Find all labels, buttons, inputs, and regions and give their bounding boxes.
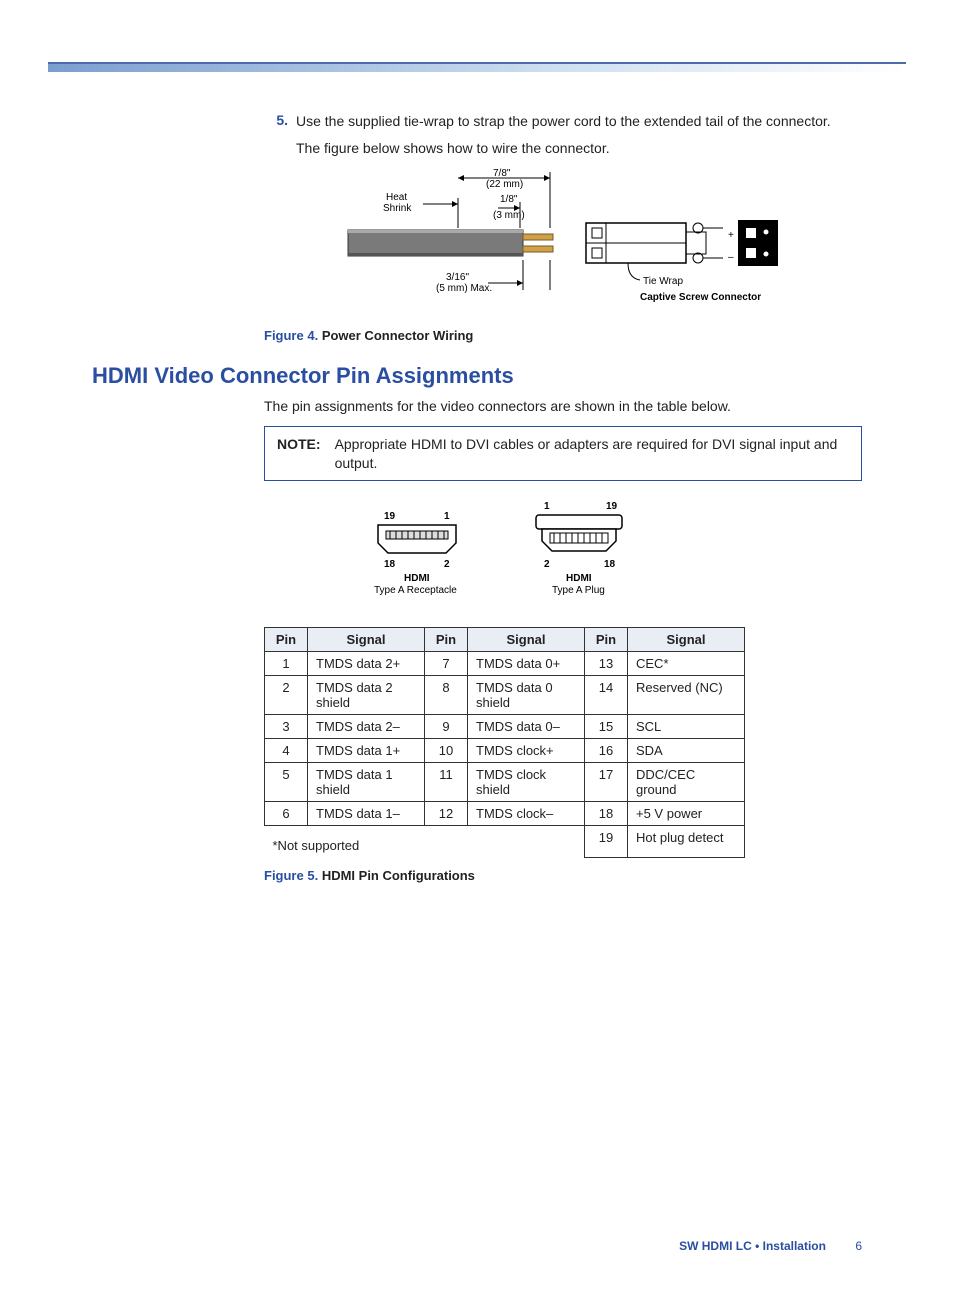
c: 14 <box>585 676 628 715</box>
c: DDC/CEC ground <box>628 763 745 802</box>
c: 19 <box>585 826 628 858</box>
th-pin-2: Pin <box>425 628 468 652</box>
page-footer: SW HDMI LC • Installation 6 <box>679 1239 862 1253</box>
section-body: The pin assignments for the video connec… <box>264 397 862 883</box>
hdmi-connectors-svg: 19 1 18 2 HDMI Type A Receptac <box>304 497 664 617</box>
c: 6 <box>265 802 308 826</box>
c: TMDS data 0 shield <box>468 676 585 715</box>
section-heading: HDMI Video Connector Pin Assignments <box>92 363 862 389</box>
c: 15 <box>585 715 628 739</box>
pin-table: Pin Signal Pin Signal Pin Signal 1 TMDS … <box>264 627 745 858</box>
svg-text:HDMI: HDMI <box>404 573 430 584</box>
c: 3 <box>265 715 308 739</box>
shrink-label: Shrink <box>383 203 412 214</box>
not-supported: *Not supported <box>273 838 577 853</box>
step-body: Use the supplied tie-wrap to strap the p… <box>296 112 862 158</box>
c: TMDS data 1+ <box>308 739 425 763</box>
svg-text:HDMI: HDMI <box>566 573 592 584</box>
figure-4-label: Figure 4. <box>264 328 318 343</box>
c: TMDS data 2– <box>308 715 425 739</box>
heat-label: Heat <box>386 192 407 203</box>
connector-diagrams: 19 1 18 2 HDMI Type A Receptac <box>264 497 862 617</box>
th-sig-3: Signal <box>628 628 745 652</box>
c: TMDS data 0– <box>468 715 585 739</box>
step-block: 5. Use the supplied tie-wrap to strap th… <box>264 112 862 343</box>
tiewrap-label: Tie Wrap <box>643 276 683 287</box>
c: 8 <box>425 676 468 715</box>
step-5: 5. Use the supplied tie-wrap to strap th… <box>264 112 862 158</box>
c: 1 <box>265 652 308 676</box>
svg-text:Type A Receptacle: Type A Receptacle <box>374 585 457 596</box>
step-text-2: The figure below shows how to wire the c… <box>296 139 862 158</box>
svg-text:19: 19 <box>384 511 396 522</box>
figure-5-title: HDMI Pin Configurations <box>322 868 475 883</box>
svg-text:Type A Plug: Type A Plug <box>552 585 605 596</box>
c: 5 <box>265 763 308 802</box>
dim-3mm: (3 mm) <box>493 210 525 221</box>
th-sig-1: Signal <box>308 628 425 652</box>
c: CEC* <box>628 652 745 676</box>
c: TMDS data 2+ <box>308 652 425 676</box>
svg-text:18: 18 <box>384 559 396 570</box>
content: 5. Use the supplied tie-wrap to strap th… <box>92 112 862 883</box>
c: TMDS clock– <box>468 802 585 826</box>
dim-18: 1/8" <box>500 194 518 205</box>
c: 12 <box>425 802 468 826</box>
note-text: Appropriate HDMI to DVI cables or adapte… <box>335 435 849 473</box>
c: SDA <box>628 739 745 763</box>
c: 2 <box>265 676 308 715</box>
dim-316: 3/16" <box>446 272 469 283</box>
dim-5mm: (5 mm) Max. <box>436 283 492 294</box>
step-text-1: Use the supplied tie-wrap to strap the p… <box>296 112 862 131</box>
c: TMDS data 0+ <box>468 652 585 676</box>
figure-5-label: Figure 5. <box>264 868 318 883</box>
footer-page: 6 <box>855 1239 862 1253</box>
c: 11 <box>425 763 468 802</box>
svg-text:1: 1 <box>544 501 550 512</box>
svg-text:18: 18 <box>604 559 616 570</box>
svg-text:19: 19 <box>606 501 618 512</box>
c: 18 <box>585 802 628 826</box>
header-rule <box>48 62 906 72</box>
c: +5 V power <box>628 802 745 826</box>
section-intro: The pin assignments for the video connec… <box>264 397 862 416</box>
c: TMDS data 1 shield <box>308 763 425 802</box>
dim-22mm: (22 mm) <box>486 179 523 190</box>
note-box: NOTE: Appropriate HDMI to DVI cables or … <box>264 426 862 482</box>
svg-text:+: + <box>728 230 734 241</box>
note-label: NOTE: <box>277 435 321 473</box>
step-number: 5. <box>264 112 288 158</box>
c: 13 <box>585 652 628 676</box>
c: 4 <box>265 739 308 763</box>
th-pin-3: Pin <box>585 628 628 652</box>
svg-text:2: 2 <box>444 559 450 570</box>
figure-4-caption: Figure 4. Power Connector Wiring <box>264 328 862 343</box>
svg-text:–: – <box>728 252 734 263</box>
c: 7 <box>425 652 468 676</box>
footer-doc: SW HDMI LC • Installation <box>679 1239 826 1253</box>
th-pin-1: Pin <box>265 628 308 652</box>
figure-4-title: Power Connector Wiring <box>322 328 474 343</box>
c: Hot plug detect <box>628 826 745 858</box>
c: TMDS data 1– <box>308 802 425 826</box>
c: TMDS clock+ <box>468 739 585 763</box>
c: Reserved (NC) <box>628 676 745 715</box>
c: TMDS clock shield <box>468 763 585 802</box>
c: 16 <box>585 739 628 763</box>
c: 10 <box>425 739 468 763</box>
figure-4: Heat Shrink 7/8" (22 mm) 1/8" (3 mm) <box>264 168 862 343</box>
power-connector-diagram: Heat Shrink 7/8" (22 mm) 1/8" (3 mm) <box>328 168 798 318</box>
captive-label: Captive Screw Connector <box>640 292 761 303</box>
c: 9 <box>425 715 468 739</box>
figure-5-caption: Figure 5. HDMI Pin Configurations <box>264 868 862 883</box>
c: TMDS data 2 shield <box>308 676 425 715</box>
th-sig-2: Signal <box>468 628 585 652</box>
c: 17 <box>585 763 628 802</box>
svg-text:2: 2 <box>544 559 550 570</box>
dim-78: 7/8" <box>493 168 511 179</box>
page: 5. Use the supplied tie-wrap to strap th… <box>0 62 954 1297</box>
c: SCL <box>628 715 745 739</box>
svg-text:1: 1 <box>444 511 450 522</box>
